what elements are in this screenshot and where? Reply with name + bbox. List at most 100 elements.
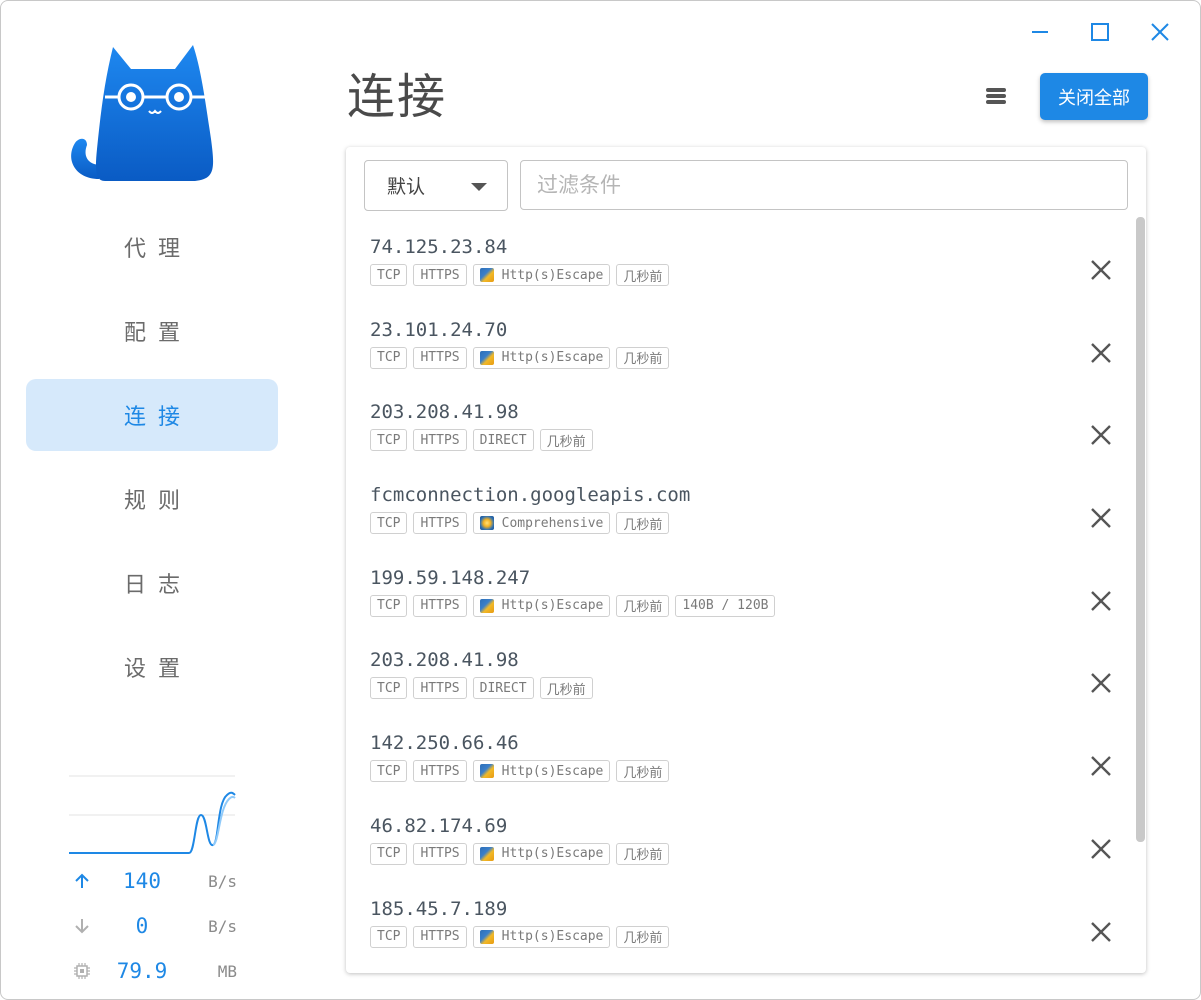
sidebar-item-profiles[interactable]: 配置 [26,295,278,367]
connection-tags: TCP HTTPS Http(s)Escape 几秒前 140B / 120B [370,594,776,617]
connection-item[interactable]: 74.125.23.84 TCP HTTPS Http(s)Escape 几秒前 [346,227,1126,310]
connection-proxy-tag: DIRECT [472,677,534,700]
connection-tags: TCP HTTPS Http(s)Escape 几秒前 [370,264,670,286]
escape-group-icon [479,764,494,779]
close-connection-button[interactable] [1086,503,1116,533]
connection-host: 142.250.66.46 [370,732,519,755]
connection-time-tag: 几秒前 [616,346,670,369]
close-icon [1091,673,1111,694]
group-select-value: 默认 [387,176,426,198]
menu-button[interactable] [981,81,1011,111]
connection-tag: TCP [370,842,408,865]
memory-unit: MB [217,961,237,981]
connection-item[interactable]: 203.208.41.98 TCP HTTPS DIRECT 几秒前 [346,392,1126,475]
connection-proxy-tag: Comprehensive [472,512,611,535]
connection-tag: HTTPS [413,346,467,369]
proxy-name: Http(s)Escape [501,846,604,862]
proxy-name: Http(s)Escape [501,350,604,366]
connection-item[interactable]: 142.250.66.46 TCP HTTPS Http(s)Escape 几秒前 [346,723,1126,806]
sidebar-item-label: 日志 [123,573,192,598]
connection-time-tag: 几秒前 [616,594,670,617]
close-connection-button[interactable] [1086,255,1116,285]
connection-host: 185.45.7.189 [370,897,508,920]
cat-logo-icon [71,45,214,181]
connection-time-tag: 几秒前 [616,842,670,865]
sidebar-item-logs[interactable]: 日志 [26,547,278,619]
minimize-icon [1032,31,1048,33]
connection-proxy-tag: Http(s)Escape [472,842,611,865]
close-icon [1091,342,1111,363]
connection-item[interactable]: 23.101.24.70 TCP HTTPS Http(s)Escape 几秒前 [346,310,1126,393]
group-select[interactable]: 默认 [364,160,508,211]
proxy-name: Http(s)Escape [501,929,604,944]
connection-host: 23.101.24.70 [370,318,508,341]
proxy-name: Http(s)Escape [501,598,604,614]
download-unit: B/s [208,916,237,936]
app-logo [65,39,217,187]
connection-proxy-tag: Http(s)Escape [472,760,611,783]
minimize-button[interactable] [1023,15,1057,49]
connection-tag: TCP [370,429,408,452]
close-icon [1091,590,1111,611]
connection-item[interactable]: 203.208.41.98 TCP HTTPS DIRECT 几秒前 [346,640,1126,723]
close-icon [1151,23,1169,41]
scrollbar-thumb[interactable] [1136,217,1145,842]
sidebar-item-label: 规则 [123,489,192,514]
connection-proxy-tag: Http(s)Escape [472,594,611,617]
connection-item[interactable]: 185.45.7.189 TCP HTTPS Http(s)Escape 几秒前 [346,889,1126,972]
sidebar-nav: 代理 配置 连接 规则 日志 设置 [26,211,278,715]
close-all-button[interactable]: 关闭全部 [1040,73,1148,120]
connection-item[interactable]: fcmconnection.googleapis.com TCP HTTPS Com… [346,475,1126,558]
maximize-button[interactable] [1083,15,1117,49]
page-title: 连接 [347,69,448,125]
close-window-button[interactable] [1143,15,1177,49]
connection-tags: TCP HTTPS Http(s)Escape 几秒前 [370,925,670,948]
connection-time-tag: 几秒前 [539,429,593,452]
close-connection-button[interactable] [1086,917,1116,947]
menu-icon [986,88,1006,104]
download-value: 0 [135,914,149,938]
connection-tag: HTTPS [413,677,467,700]
connection-list: 74.125.23.84 TCP HTTPS Http(s)Escape 几秒前 23… [346,227,1126,971]
connection-host: 74.125.23.84 [370,236,508,258]
filter-input[interactable] [520,160,1128,210]
sidebar-item-settings[interactable]: 设置 [26,631,278,703]
close-icon [1091,756,1111,776]
connection-time-tag: 几秒前 [616,264,670,286]
close-icon [1091,921,1111,942]
proxy-name: Comprehensive [501,515,604,531]
close-connection-button[interactable] [1086,586,1116,616]
connection-time-tag: 几秒前 [616,512,670,535]
sidebar-item-rules[interactable]: 规则 [26,463,278,535]
connection-tag: TCP [370,760,408,783]
close-connection-button[interactable] [1086,668,1116,698]
memory-value: 79.9 [116,959,168,983]
connection-tag: TCP [370,677,408,700]
connection-item[interactable]: 199.59.148.247 TCP HTTPS Http(s)Escape 几秒前 1… [346,558,1126,641]
connection-tags: TCP HTTPS Http(s)Escape 几秒前 [370,346,670,369]
close-icon [1091,425,1111,446]
connection-tags: TCP HTTPS Http(s)Escape 几秒前 [370,760,670,783]
proxy-name: DIRECT [479,680,527,696]
connection-item[interactable]: 46.82.174.69 TCP HTTPS Http(s)Escape 几秒前 [346,806,1126,889]
sidebar-item-label: 配置 [123,321,192,346]
sidebar-item-label: 连接 [123,405,192,430]
download-speed: 0 B/s [69,911,239,941]
connection-tag: TCP [370,594,408,617]
escape-group-icon [479,846,494,861]
close-connection-button[interactable] [1086,834,1116,864]
upload-value: 140 [123,869,161,893]
connection-tags: TCP HTTPS DIRECT 几秒前 [370,429,593,452]
maximize-icon [1091,23,1109,41]
close-icon [1091,508,1111,528]
connection-proxy-tag: Http(s)Escape [472,264,611,286]
connection-time-tag: 几秒前 [616,760,670,783]
close-connection-button[interactable] [1086,751,1116,781]
connections-panel: 默认 74.125.23.84 TCPHTTPSHttp(s)Escape几秒前… [346,147,1146,973]
connection-tag: HTTPS [413,842,467,865]
sidebar-item-proxies[interactable]: 代理 [26,211,278,283]
close-connection-button[interactable] [1086,338,1116,368]
connection-proxy-tag: Http(s)Escape [472,925,611,948]
sidebar-item-connections[interactable]: 连接 [26,379,278,451]
close-connection-button[interactable] [1086,420,1116,450]
